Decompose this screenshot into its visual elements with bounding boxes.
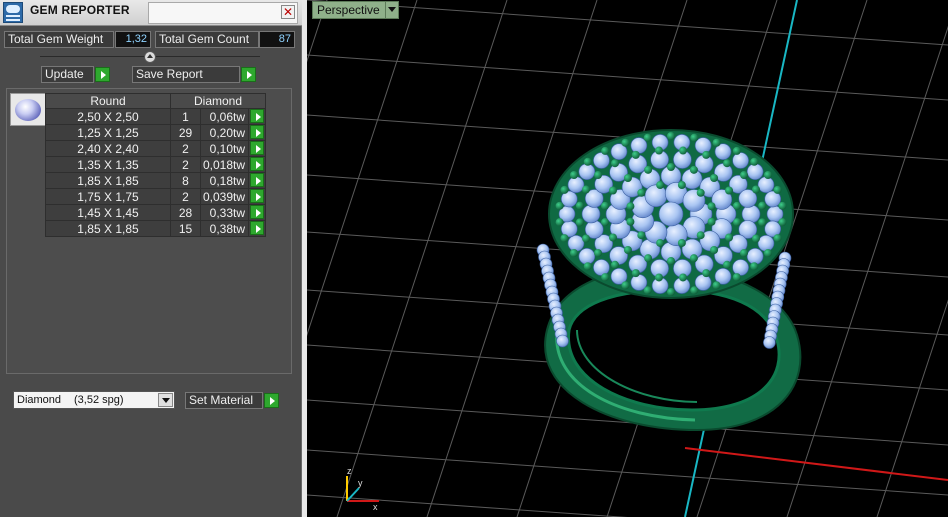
total-gem-weight-label: Total Gem Weight: [4, 31, 114, 48]
gem-count: 28: [170, 204, 201, 221]
table-row: 1,85 X 1,85 15 0,38tw: [45, 220, 267, 237]
svg-text:z: z: [347, 466, 352, 476]
svg-text:x: x: [373, 502, 378, 512]
gem-weight: 0,20tw: [199, 124, 250, 141]
table-row: 1,25 X 1,25 29 0,20tw: [45, 124, 267, 141]
set-material-arrow-icon[interactable]: [264, 393, 279, 408]
row-arrow-icon[interactable]: [250, 141, 265, 155]
gem-reporter-icon: [3, 2, 23, 23]
material-spg: (3,52 spg): [74, 394, 124, 406]
gem-count: 2: [170, 156, 201, 173]
table-row: 1,75 X 1,75 2 0,039tw: [45, 188, 267, 205]
svg-text:y: y: [358, 478, 363, 488]
gem-count: 8: [170, 172, 201, 189]
gem-count: 2: [170, 140, 201, 157]
gem-weight: 0,018tw: [199, 156, 250, 173]
gem-weight: 0,38tw: [199, 220, 250, 237]
3d-scene: z y x: [307, 0, 948, 517]
gem-size: 1,45 X 1,45: [45, 204, 171, 221]
row-arrow-icon[interactable]: [250, 205, 265, 219]
row-arrow-icon[interactable]: [250, 189, 265, 203]
gem-reporter-panel: GEM REPORTER ✕ Total Gem Weight 1,32 Tot…: [0, 0, 302, 517]
title-field: [148, 2, 298, 24]
gem-count: 1: [170, 108, 201, 125]
gem-weight: 0,039tw: [199, 188, 250, 205]
material-name: Diamond: [17, 394, 62, 406]
gem-size: 2,50 X 2,50: [45, 108, 171, 125]
gem-size: 1,35 X 1,35: [45, 156, 171, 173]
gem-count: 29: [170, 124, 201, 141]
row-arrow-icon[interactable]: [250, 157, 265, 171]
save-report-arrow-icon[interactable]: [241, 67, 256, 82]
row-select-button[interactable]: [248, 172, 267, 189]
update-arrow-icon[interactable]: [95, 67, 110, 82]
row-select-button[interactable]: [248, 108, 267, 125]
row-select-button[interactable]: [248, 220, 267, 237]
collapse-icon[interactable]: [144, 51, 156, 63]
x-axis-line: [684, 447, 948, 481]
table-row: 1,85 X 1,85 8 0,18tw: [45, 172, 267, 189]
row-arrow-icon[interactable]: [250, 173, 265, 187]
chevron-down-icon[interactable]: [158, 393, 173, 407]
gem-count: 2: [170, 188, 201, 205]
gem-thumbnail-icon[interactable]: [10, 93, 46, 126]
total-gem-weight-value: 1,32: [115, 31, 151, 48]
gem-table: Round Diamond 2,50 X 2,50 1 0,06tw 1,25 X 1…: [45, 93, 267, 237]
table-row: 2,50 X 2,50 1 0,06tw: [45, 108, 267, 125]
gem-weight: 0,18tw: [199, 172, 250, 189]
table-row: 1,35 X 1,35 2 0,018tw: [45, 156, 267, 173]
chevron-down-icon[interactable]: [384, 2, 398, 18]
material-select[interactable]: Diamond (3,52 spg): [13, 391, 175, 409]
total-gem-count-label: Total Gem Count: [155, 31, 259, 48]
set-material-button[interactable]: Set Material: [185, 392, 263, 409]
header-shape: Round: [45, 93, 171, 109]
save-report-button[interactable]: Save Report: [132, 66, 240, 83]
table-row: 1,45 X 1,45 28 0,33tw: [45, 204, 267, 221]
row-select-button[interactable]: [248, 188, 267, 205]
row-select-button[interactable]: [248, 156, 267, 173]
total-gem-count-value: 87: [259, 31, 295, 48]
panel-title: GEM REPORTER: [30, 3, 130, 17]
gem-size: 1,75 X 1,75: [45, 188, 171, 205]
row-select-button[interactable]: [248, 124, 267, 141]
row-arrow-icon[interactable]: [250, 221, 265, 235]
table-row: 2,40 X 2,40 2 0,10tw: [45, 140, 267, 157]
row-arrow-icon[interactable]: [250, 109, 265, 123]
row-select-button[interactable]: [248, 204, 267, 221]
gem-size: 2,40 X 2,40: [45, 140, 171, 157]
gem-weight: 0,10tw: [199, 140, 250, 157]
perspective-viewport[interactable]: z y x Perspective: [307, 0, 948, 517]
ring-model: [536, 129, 802, 432]
gem-count: 15: [170, 220, 201, 237]
view-selector[interactable]: Perspective: [312, 1, 399, 19]
header-material: Diamond: [169, 93, 267, 109]
view-name: Perspective: [317, 3, 380, 17]
title-bar: GEM REPORTER ✕: [0, 0, 302, 26]
gem-weight: 0,33tw: [199, 204, 250, 221]
gem-size: 1,85 X 1,85: [45, 172, 171, 189]
row-select-button[interactable]: [248, 140, 267, 157]
close-icon[interactable]: ✕: [281, 5, 295, 19]
update-button[interactable]: Update: [41, 66, 94, 83]
gem-size: 1,25 X 1,25: [45, 124, 171, 141]
gem-size: 1,85 X 1,85: [45, 220, 171, 237]
gem-weight: 0,06tw: [199, 108, 250, 125]
row-arrow-icon[interactable]: [250, 125, 265, 139]
